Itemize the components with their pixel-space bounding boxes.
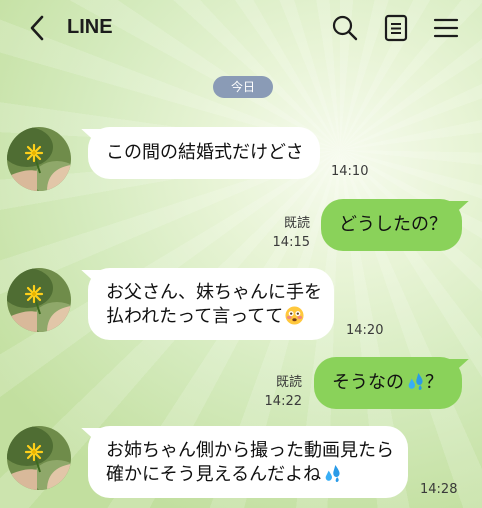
- message-bubble-incoming[interactable]: この間の結婚式だけどさ: [76, 127, 320, 179]
- contact-avatar[interactable]: [7, 127, 71, 191]
- message-time: 14:15: [272, 235, 310, 250]
- back-chevron-icon[interactable]: [26, 14, 48, 42]
- read-receipt: 既読: [275, 375, 302, 390]
- contact-avatar[interactable]: [7, 268, 71, 332]
- message-text-line: そうなの ？: [332, 371, 462, 395]
- sweat-droplets-emoji: [406, 372, 425, 391]
- message-text: この間の結婚式だけどさ: [106, 142, 304, 163]
- message-bubble-outgoing[interactable]: どうしたの？: [321, 199, 474, 251]
- menu-icon[interactable]: [431, 13, 461, 43]
- read-receipt: 既読: [283, 216, 310, 231]
- message-time: 14:28: [420, 482, 458, 497]
- avatar-photo: [7, 426, 71, 490]
- avatar-photo: [7, 127, 71, 191]
- search-icon[interactable]: [330, 13, 360, 43]
- bubble-tail: [76, 129, 102, 143]
- message-bubble-outgoing[interactable]: そうなの ？: [314, 357, 474, 409]
- message-text-line: 払われたって言ってて: [106, 305, 334, 329]
- message-text-line: お父さん、妹ちゃんに手を: [106, 282, 322, 303]
- sweat-droplets-emoji: [323, 464, 342, 483]
- date-separator: 今日: [213, 76, 273, 98]
- message-time: 14:20: [346, 323, 384, 338]
- note-icon[interactable]: [381, 13, 411, 43]
- message-bubble-incoming[interactable]: お父さん、妹ちゃんに手を 払われたって言ってて: [76, 268, 334, 340]
- bubble-tail: [448, 201, 474, 215]
- avatar-photo: [7, 268, 71, 332]
- bubble-tail: [76, 428, 102, 442]
- chat-title: LINE: [67, 16, 113, 38]
- message-text-segment: 確かにそう見えるんだよね: [106, 464, 322, 485]
- chat-header: LINE: [0, 0, 482, 56]
- message-bubble-incoming[interactable]: お姉ちゃん側から撮った動画見たら 確かにそう見えるんだよね: [76, 426, 408, 498]
- flushed-face-emoji: [285, 306, 304, 325]
- message-text-segment: 払われたって言ってて: [106, 306, 284, 327]
- bubble-tail: [76, 270, 102, 284]
- message-time: 14:10: [331, 164, 369, 179]
- message-time: 14:22: [264, 394, 302, 409]
- bubble-tail: [448, 359, 474, 373]
- contact-avatar[interactable]: [7, 426, 71, 490]
- message-text-line: 確かにそう見えるんだよね: [106, 463, 408, 487]
- message-text-segment: ？: [425, 372, 443, 393]
- message-text-line: お姉ちゃん側から撮った動画見たら: [106, 440, 394, 461]
- message-text-segment: そうなの: [332, 372, 404, 393]
- message-text: どうしたの？: [339, 214, 447, 235]
